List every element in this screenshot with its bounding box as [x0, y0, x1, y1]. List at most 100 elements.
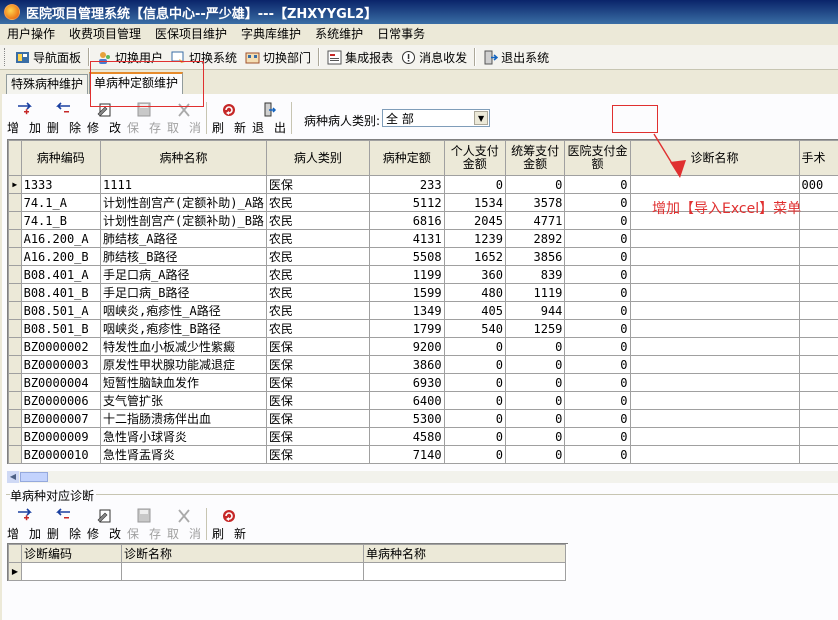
table-cell[interactable]: 农民 [265, 319, 370, 338]
table-cell[interactable] [798, 265, 838, 284]
table-cell[interactable]: 0 [564, 193, 631, 212]
table-cell[interactable]: 4131 [368, 229, 445, 248]
table-cell[interactable]: 农民 [265, 229, 370, 248]
table-cell[interactable] [629, 247, 800, 266]
table-cell[interactable]: 74.1_A [20, 193, 102, 212]
table-cell[interactable]: A16.200_B [20, 247, 102, 266]
table-cell[interactable]: 0 [564, 445, 631, 464]
table-cell[interactable]: 医保 [265, 409, 370, 428]
table-cell[interactable]: 十二指肠溃疡伴出血 [100, 409, 267, 428]
row-header[interactable] [8, 283, 22, 302]
table-cell[interactable]: 360 [443, 265, 506, 284]
table-cell[interactable] [629, 301, 800, 320]
table-cell[interactable]: 2892 [504, 229, 566, 248]
table-cell[interactable]: 支气管扩张 [100, 391, 267, 410]
table-cell[interactable]: 手足口病_A路径 [100, 265, 267, 284]
table-cell[interactable]: 3856 [504, 247, 566, 266]
messages-button[interactable]: 消息收发 [397, 46, 471, 68]
table-row[interactable]: BZ0000002 特发性血小板减少性紫癜 医保 9200 0 0 0 [8, 337, 838, 356]
row-header[interactable] [8, 355, 22, 374]
table-cell[interactable]: 74.1_B [20, 211, 102, 230]
refresh-button[interactable]: 刷新 [209, 100, 249, 136]
exit-system-button[interactable]: 退出系统 [479, 46, 553, 68]
row-header[interactable] [8, 337, 22, 356]
scroll-thumb[interactable] [20, 472, 48, 482]
table-cell[interactable]: BZ0000007 [20, 409, 102, 428]
table-cell[interactable]: 0 [443, 337, 506, 356]
table-row[interactable]: BZ0000009 急性肾小球肾炎 医保 4580 0 0 0 [8, 427, 838, 446]
table-cell[interactable]: 5300 [368, 409, 445, 428]
table-cell[interactable]: BZ0000006 [20, 391, 102, 410]
table-cell[interactable]: 944 [504, 301, 566, 320]
table-row[interactable]: ▶ 1333 1111 医保 233 0 0 0 000 [8, 175, 838, 194]
table-cell[interactable]: 农民 [265, 301, 370, 320]
table-cell[interactable]: 0 [564, 265, 631, 284]
menu-insurance-items[interactable]: 医保项目维护 [148, 24, 234, 44]
table-cell[interactable]: 农民 [265, 283, 370, 302]
table-cell[interactable] [798, 355, 838, 374]
table-cell[interactable] [798, 229, 838, 248]
table-cell[interactable] [629, 355, 800, 374]
table-cell[interactable] [629, 337, 800, 356]
table-cell[interactable] [629, 427, 800, 446]
diag-refresh-button[interactable]: 刷新 [209, 506, 249, 542]
table-cell[interactable]: 医保 [265, 355, 370, 374]
table-cell[interactable]: 0 [564, 211, 631, 230]
table-cell[interactable]: 农民 [265, 265, 370, 284]
diag-delete-button[interactable]: 删除 [44, 506, 84, 542]
table-cell[interactable] [798, 301, 838, 320]
col-surgery[interactable]: 手术 [798, 140, 838, 176]
table-row[interactable]: BZ0000003 原发性甲状腺功能减退症 医保 3860 0 0 0 [8, 355, 838, 374]
col-personal-pay[interactable]: 个人支付金额 [443, 140, 506, 176]
col-disease-name[interactable]: 病种名称 [100, 140, 267, 176]
table-cell[interactable]: 急性肾盂肾炎 [100, 445, 267, 464]
patient-type-select[interactable]: 全 部 ▼ [382, 109, 491, 127]
table-cell[interactable]: 医保 [265, 427, 370, 446]
table-cell[interactable]: 0 [504, 445, 566, 464]
table-cell[interactable] [629, 283, 800, 302]
table-cell[interactable] [798, 373, 838, 392]
table-cell[interactable]: BZ0000004 [20, 373, 102, 392]
table-cell[interactable]: 1799 [368, 319, 445, 338]
menu-dictionary[interactable]: 字典库维护 [234, 24, 308, 44]
row-indicator-icon[interactable]: ▶ [8, 175, 22, 194]
table-cell[interactable]: 1333 [20, 175, 102, 194]
table-cell[interactable]: 0 [564, 319, 631, 338]
col-diagnosis-code[interactable]: 诊断编码 [21, 544, 122, 563]
table-cell[interactable]: 3860 [368, 355, 445, 374]
tab-special-disease[interactable]: 特殊病种维护 [6, 74, 89, 94]
row-header[interactable] [8, 211, 22, 230]
table-cell[interactable]: 0 [504, 391, 566, 410]
table-cell[interactable]: 0 [443, 391, 506, 410]
table-cell[interactable]: 1652 [443, 247, 506, 266]
integrated-report-button[interactable]: 集成报表 [323, 46, 397, 68]
table-cell[interactable]: 9200 [368, 337, 445, 356]
table-cell[interactable]: 0 [564, 337, 631, 356]
table-cell[interactable] [798, 337, 838, 356]
row-header[interactable] [8, 247, 22, 266]
table-cell[interactable]: 0 [504, 409, 566, 428]
table-cell[interactable] [798, 283, 838, 302]
table-row[interactable]: B08.501_A 咽峡炎,疱疹性_A路径 农民 1349 405 944 0 [8, 301, 838, 320]
table-cell[interactable]: B08.401_A [20, 265, 102, 284]
col-disease-code[interactable]: 病种编码 [20, 140, 102, 176]
table-cell[interactable] [798, 445, 838, 464]
table-cell[interactable]: BZ0000002 [20, 337, 102, 356]
exit-button[interactable]: 退出 [249, 100, 289, 136]
table-cell[interactable]: 计划性剖宫产(定额补助)_A路 [100, 193, 267, 212]
table-cell[interactable]: BZ0000003 [20, 355, 102, 374]
table-cell[interactable]: 4771 [504, 211, 566, 230]
table-cell[interactable] [629, 373, 800, 392]
scroll-left-icon[interactable]: ◀ [7, 471, 19, 483]
menu-user-ops[interactable]: 用户操作 [0, 24, 62, 44]
table-cell[interactable]: 6930 [368, 373, 445, 392]
table-cell[interactable]: 咽峡炎,疱疹性_A路径 [100, 301, 267, 320]
table-cell[interactable] [798, 409, 838, 428]
table-cell[interactable]: 0 [443, 445, 506, 464]
table-cell[interactable]: 5112 [368, 193, 445, 212]
table-cell[interactable]: 肺结核_B路径 [100, 247, 267, 266]
table-cell[interactable]: 0 [443, 355, 506, 374]
table-cell[interactable] [798, 211, 838, 230]
table-cell[interactable]: 0 [564, 175, 631, 194]
table-cell[interactable] [629, 229, 800, 248]
